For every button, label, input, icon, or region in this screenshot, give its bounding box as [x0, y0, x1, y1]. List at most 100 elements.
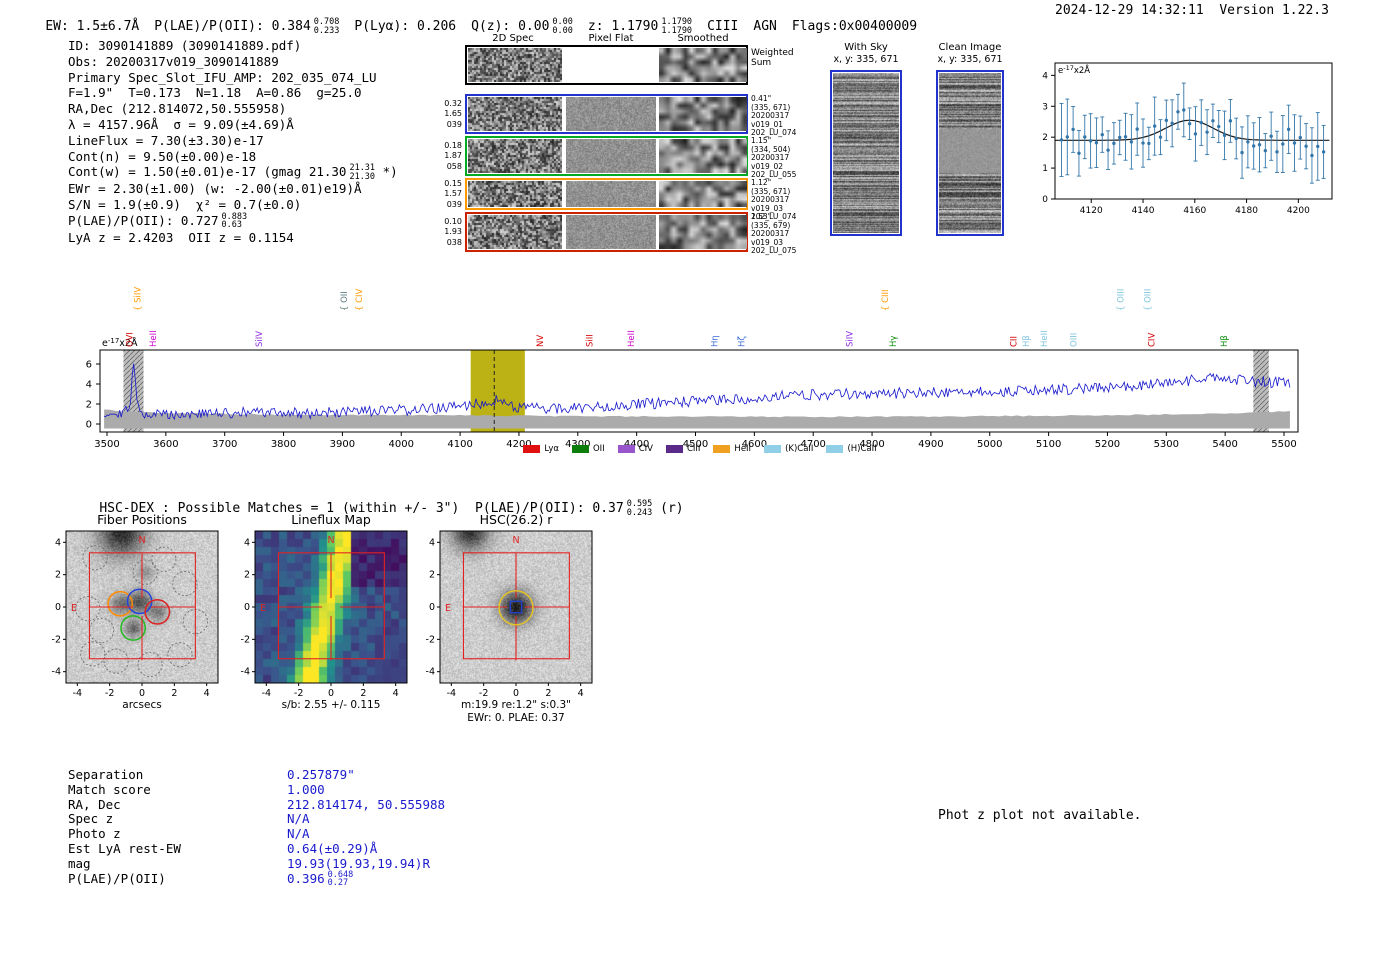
info-line: S/N = 1.9(±0.9) χ² = 0.7(±0.0) — [68, 197, 398, 213]
x-tick-label: 5400 — [1212, 439, 1237, 450]
x-tick-label: -2 — [479, 688, 488, 699]
match-table-row: mag 19.93(19.93,19.94)R — [68, 855, 430, 871]
y-tick-label: 6 — [86, 360, 92, 371]
fiber-axes: -4 -4 -2 -2 0 0 2 2 4 4 — [52, 530, 219, 699]
x-tick-label: 3600 — [153, 439, 178, 450]
match-value-text: 19.93(19.93,19.94)R — [287, 855, 430, 871]
data-point — [1065, 135, 1069, 139]
data-point — [1170, 121, 1174, 126]
match-table-value: N/A — [287, 826, 310, 841]
match-value-text: 0.257879" — [287, 767, 355, 782]
info-text: Cont(w) = 1.50(±0.01)e-17 (gmag 21.30 — [68, 164, 347, 180]
data-point — [1199, 120, 1203, 125]
main-spectrum-plot: 3500360037003800390040004100420043004400… — [86, 337, 1299, 450]
header-flags: Flags:0x00400009 — [791, 19, 918, 34]
emission-label-SiIV: { SiIV — [134, 287, 144, 311]
data-point — [1240, 150, 1244, 155]
header-qz-value: Q(z): 0.00 — [471, 19, 550, 34]
y-tick-label: -4 — [52, 667, 61, 678]
data-point — [1112, 141, 1116, 146]
x-tick-label: -2 — [294, 688, 303, 699]
emission-line-labels: OVI { SiIV HeII SiIV { OII { CIV NV SiII HeII Hη H… — [125, 287, 1230, 347]
header-qz-hilo: 0.00 0.00 — [552, 18, 572, 35]
info-text: RA,Dec (212.814072,50.555958) — [68, 101, 287, 117]
info-text: P(LAE)/P(OII): 0.727 — [68, 212, 219, 228]
data-point — [1158, 135, 1163, 139]
match-table-value: 0.257879" — [287, 767, 355, 782]
data-point — [1077, 151, 1081, 155]
data-point — [1123, 135, 1128, 139]
inset-y-tick-label: 3 — [1042, 102, 1048, 112]
match-table-label: P(LAE)/P(OII) — [68, 870, 166, 886]
data-point — [1152, 124, 1157, 128]
legend-label: HeII — [734, 444, 752, 454]
info-line: Cont(n) = 9.50(±0.00)e-18 — [68, 149, 398, 165]
header-plae-lo: 0.233 — [313, 25, 340, 36]
info-line: Obs: 20200317v019_3090141889 — [68, 54, 398, 70]
data-point — [1217, 124, 1221, 129]
x-tick-label: 3800 — [271, 439, 296, 450]
match-table-label: Photo z — [68, 826, 121, 842]
hscdex-suffix: (r) — [652, 501, 684, 516]
data-point — [1187, 122, 1192, 126]
x-tick-label: 0 — [328, 688, 334, 699]
fiber-circle — [88, 617, 115, 644]
header-z-value: z: 1.1790 — [587, 19, 659, 34]
x-tick-label: 0 — [139, 688, 145, 699]
y-tick-label: -4 — [426, 667, 435, 678]
match-table-value: 0.64(±0.29)Å — [287, 841, 377, 856]
data-point — [1129, 140, 1134, 144]
match-value-text: 0.64(±0.29)Å — [287, 840, 378, 856]
hscdex-hilo: 0.595 0.243 — [627, 500, 653, 517]
legend-swatch — [713, 445, 731, 453]
info-text: Primary Spec_Slot_IFU_AMP: 202_035_074_L… — [68, 69, 377, 85]
hsc-centroid-box — [509, 600, 523, 614]
info-line: EWr = 2.30(±1.00) (w: -2.00(±0.01)e19)Å — [68, 181, 398, 197]
x-tick-label: 4 — [393, 688, 399, 699]
y-tick-label: 0 — [86, 420, 92, 431]
hsc-east-label: E — [445, 603, 451, 614]
detection-info-block: ID: 3090141889 (3090141889.pdf) Obs: 2020… — [68, 38, 398, 246]
data-point — [1275, 150, 1279, 154]
match-table-label: RA, Dec — [68, 796, 121, 812]
lineflux-axes: -4 -4 -2 -2 0 0 2 2 4 4 — [241, 530, 408, 699]
data-point — [1106, 148, 1110, 152]
legend-item: CIII — [665, 444, 700, 454]
fiber-overlay: NE — [71, 535, 196, 661]
inset-x-tick-label: 4140 — [1132, 206, 1155, 216]
x-tick-label: 4100 — [447, 439, 472, 450]
match-value-text: N/A — [287, 811, 310, 827]
match-table-value: 212.814174, 50.555988 — [287, 797, 445, 812]
inset-y-tick-label: 1 — [1042, 164, 1048, 174]
header-z: z: 1.1790 1.1790 1.1790 — [587, 18, 692, 35]
data-point — [1281, 142, 1285, 146]
fiber-circle — [132, 559, 158, 585]
data-point — [1228, 119, 1233, 123]
emission-label-CIII: { CIII — [881, 289, 891, 311]
info-text: LineFlux = 7.30(±3.30)e-17 — [68, 132, 264, 148]
x-tick-label: 3700 — [212, 439, 237, 450]
match-table-row: Est LyA rest-EW 0.64(±0.29)Å — [68, 840, 377, 856]
x-tick-label: 2 — [360, 688, 366, 699]
match-table-label: Est LyA rest-EW — [68, 840, 181, 856]
match-table-label: mag — [68, 855, 91, 871]
data-point — [1164, 118, 1169, 123]
data-point — [1147, 141, 1151, 146]
fiber-east-label: E — [71, 603, 77, 614]
data-point — [1182, 108, 1186, 112]
info-line: Cont(w) = 1.50(±0.01)e-17 (gmag 21.30 21.… — [68, 164, 398, 181]
header-plae-value: P(LAE)/P(OII): 0.384 — [154, 19, 311, 34]
col-title-smoothed: Smoothed — [677, 33, 729, 44]
emission-label-OIII: { OIII — [1143, 289, 1153, 311]
y-tick-label: -4 — [241, 667, 250, 678]
info-text: F=1.9" T=0.173 N=1.18 A=0.86 g=25.0 — [68, 85, 362, 101]
data-point — [1286, 127, 1291, 132]
x-tick-label: 5000 — [977, 439, 1002, 450]
info-line: LineFlux = 7.30(±3.30)e-17 — [68, 133, 398, 149]
legend-item: (K)CaII — [764, 444, 813, 454]
header-ew: EW: 1.5±6.7Å — [45, 19, 140, 34]
match-table-value: 19.93(19.93,19.94)R — [287, 856, 430, 871]
data-point — [1257, 143, 1262, 147]
lineflux-overlay: NE — [260, 535, 385, 661]
y-tick-label: 2 — [86, 400, 92, 411]
